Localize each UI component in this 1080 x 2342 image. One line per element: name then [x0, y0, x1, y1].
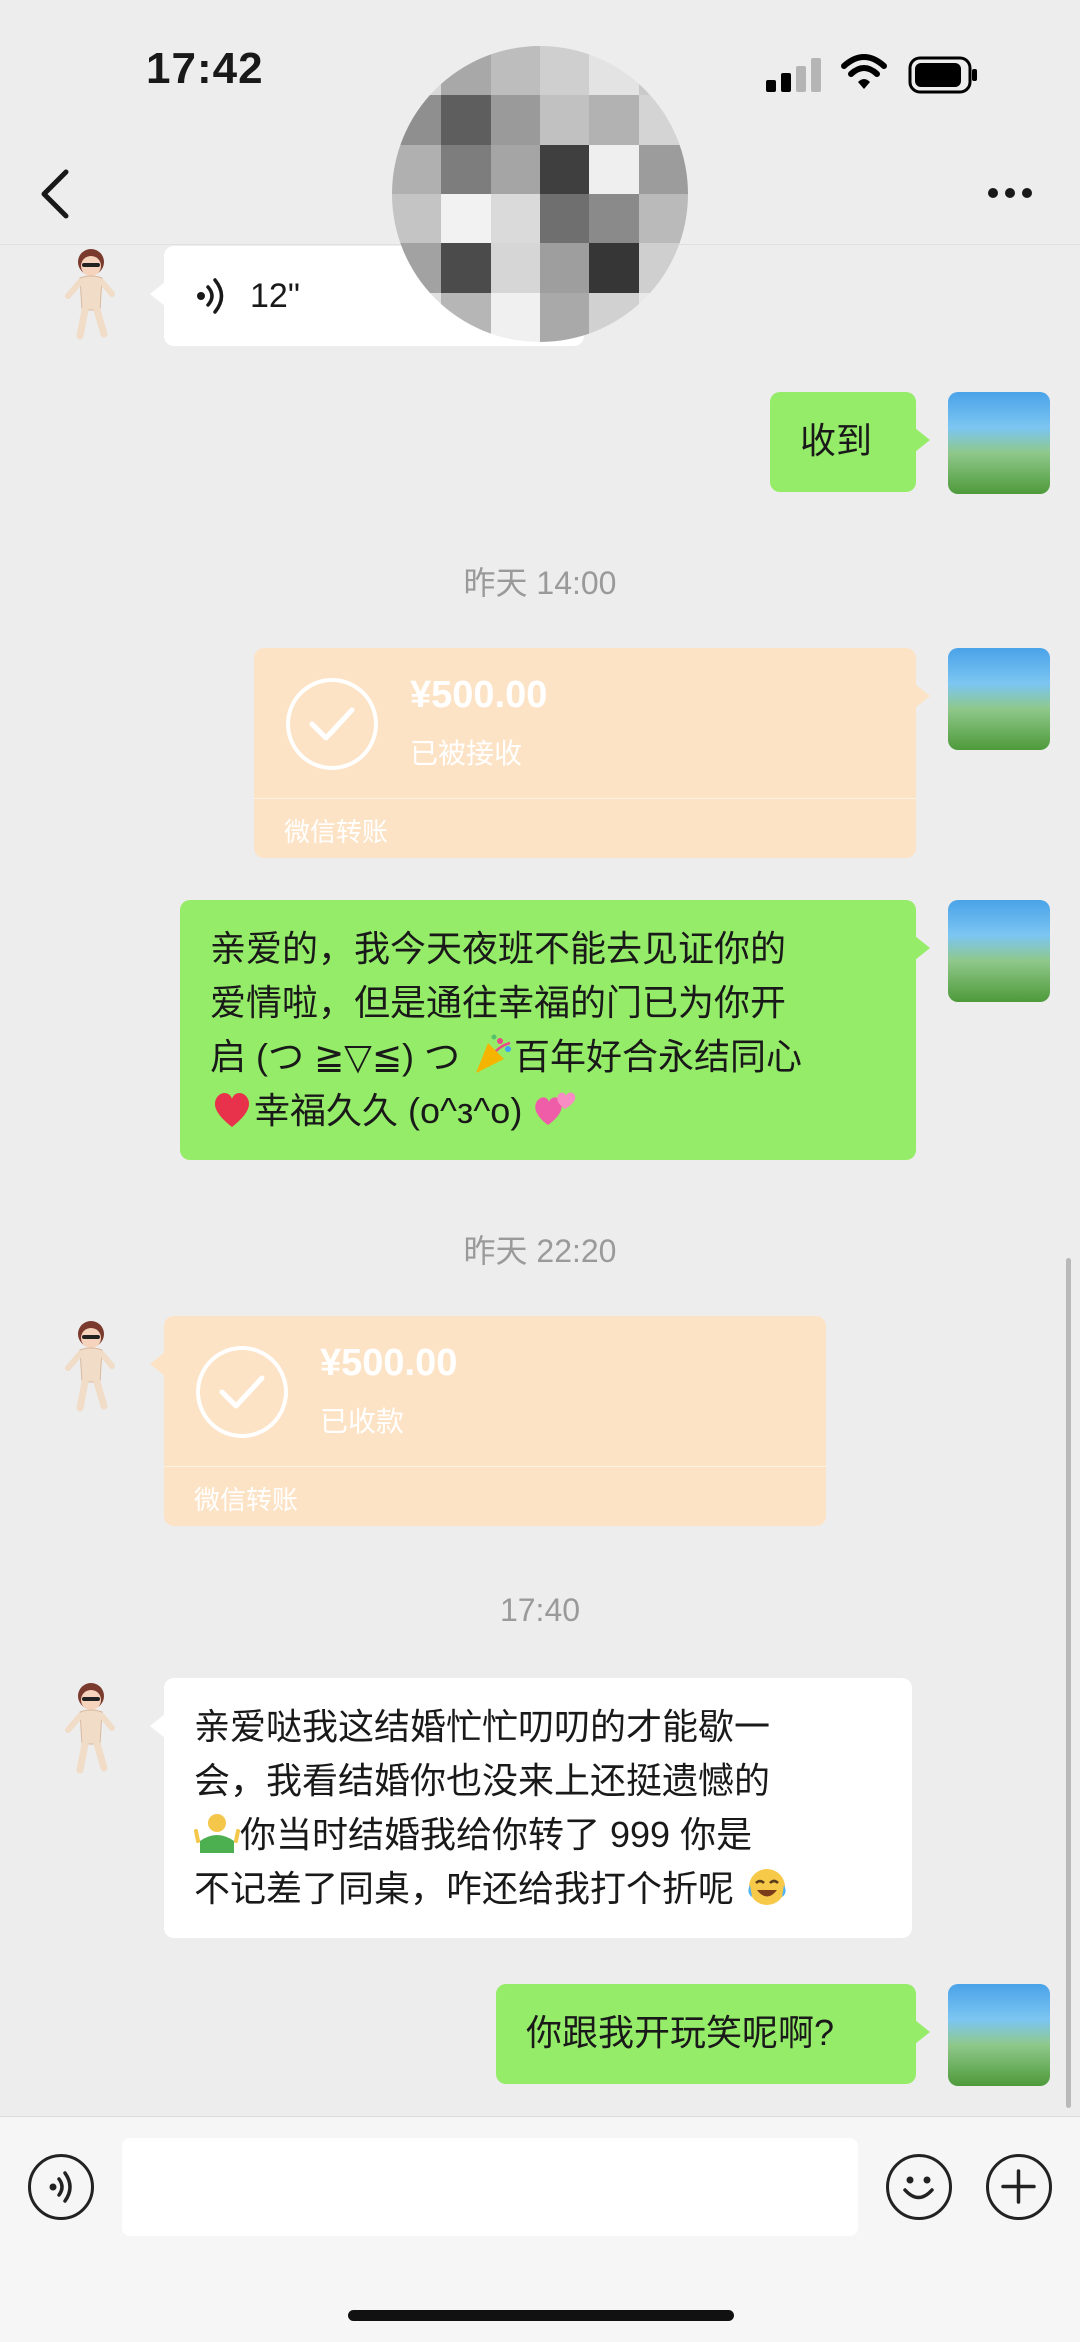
voice-icon[interactable]	[28, 2154, 94, 2220]
emoji-icon[interactable]	[886, 2154, 952, 2220]
message-text: 启 (つ ≧▽≦) つ	[210, 1036, 460, 1077]
message-text: 你跟我开玩笑呢啊?	[526, 2012, 835, 2053]
laughing-tears-emoji	[744, 1865, 790, 1909]
sent-message-bubble[interactable]: 收到	[770, 392, 930, 492]
message-line: 不记差了同桌，咋还给我打个折呢	[194, 1862, 882, 1916]
voice-playback-icon	[197, 278, 224, 314]
check-circle-icon	[286, 678, 378, 770]
contact-avatar[interactable]	[40, 1316, 142, 1418]
two-hearts-emoji	[532, 1087, 578, 1131]
contact-avatar[interactable]	[40, 244, 142, 346]
my-avatar[interactable]	[948, 392, 1050, 494]
check-circle-icon	[196, 1346, 288, 1438]
transfer-footer: 微信转账	[194, 1485, 299, 1515]
transfer-divider	[164, 1466, 826, 1467]
transfer-amount: ¥500.00	[320, 1342, 458, 1384]
transfer-card-received[interactable]: ¥500.00 已收款 微信转账	[150, 1316, 826, 1526]
home-indicator[interactable]	[348, 2310, 734, 2321]
message-line: 幸福久久 (o^з^o)	[210, 1084, 886, 1138]
heart-emoji	[210, 1087, 254, 1131]
message-text: 收到	[800, 420, 873, 461]
transfer-status: 已被接收	[410, 738, 523, 769]
chat-timestamp: 昨天 14:00	[463, 565, 617, 601]
pixelated-contact-name	[392, 46, 688, 342]
voice-duration: 12"	[250, 277, 300, 315]
message-line: 你当时结婚我给你转了 999 你是	[194, 1808, 882, 1862]
message-text: 幸福久久 (o^з^o)	[254, 1090, 523, 1131]
back-chevron-icon[interactable]	[36, 166, 76, 222]
more-dots-icon[interactable]	[986, 186, 1034, 200]
my-avatar[interactable]	[948, 1984, 1050, 2086]
message-text: 你当时结婚我给你转了 999 你是	[240, 1814, 753, 1855]
scroll-indicator[interactable]	[1066, 1258, 1071, 2108]
message-line: 亲爱的，我今天夜班不能去见证你的	[210, 928, 787, 969]
my-avatar[interactable]	[948, 900, 1050, 1002]
my-avatar[interactable]	[948, 648, 1050, 750]
chat-timestamp: 昨天 22:20	[463, 1233, 617, 1269]
message-line: 启 (つ ≧▽≦) つ 百年好合永结同心	[210, 1030, 886, 1084]
message-text: 百年好合永结同心	[514, 1036, 803, 1077]
man-shrugging-emoji	[194, 1811, 240, 1855]
received-message-bubble[interactable]: 亲爱哒我这结婚忙忙叨叨的才能歇一 会，我看结婚你也没来上还挺遗憾的 你当时结婚我…	[150, 1678, 912, 1938]
message-input[interactable]	[122, 2138, 858, 2236]
plus-icon[interactable]	[986, 2154, 1052, 2220]
wifi-icon	[841, 54, 887, 89]
transfer-footer: 微信转账	[284, 817, 389, 847]
status-time: 17:42	[146, 44, 264, 93]
sent-message-bubble[interactable]: 你跟我开玩笑呢啊?	[496, 1984, 930, 2084]
message-text: 不记差了同桌，咋还给我打个折呢	[194, 1868, 735, 1909]
contact-avatar[interactable]	[40, 1678, 142, 1780]
sent-message-bubble[interactable]: 亲爱的，我今天夜班不能去见证你的 爱情啦，但是通往幸福的门已为你开 启 (つ ≧…	[180, 900, 930, 1160]
transfer-status: 已收款	[320, 1406, 405, 1437]
party-popper-emoji	[470, 1033, 514, 1077]
battery-icon	[908, 56, 977, 94]
transfer-amount: ¥500.00	[410, 674, 548, 716]
message-line: 亲爱哒我这结婚忙忙叨叨的才能歇一	[194, 1706, 771, 1747]
message-line: 会，我看结婚你也没来上还挺遗憾的	[194, 1760, 771, 1801]
chat-timestamp: 17:40	[499, 1592, 581, 1628]
transfer-card-sent[interactable]: ¥500.00 已被接收 微信转账	[254, 648, 930, 858]
cellular-signal-icon	[766, 58, 822, 92]
transfer-divider	[254, 798, 916, 799]
message-line: 爱情啦，但是通往幸福的门已为你开	[210, 982, 787, 1023]
